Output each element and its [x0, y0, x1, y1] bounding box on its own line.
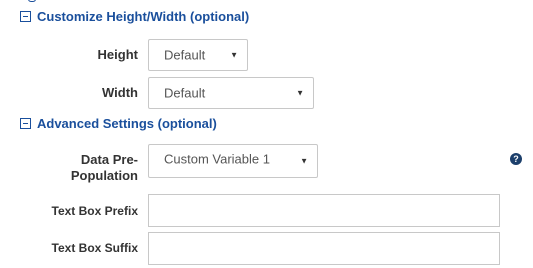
data-prepopulation-select-value: Custom Variable 1 [164, 151, 270, 167]
collapse-icon[interactable] [20, 118, 31, 129]
collapse-icon[interactable] [20, 11, 31, 22]
width-select-value: Default [164, 85, 206, 101]
chevron-down-icon: ▼ [300, 156, 308, 166]
data-prepopulation-select[interactable]: Custom Variable 1 ▼ [148, 144, 318, 178]
data-prepopulation-label-line1: Data Pre- [80, 152, 138, 167]
chevron-down-icon: ▼ [230, 50, 238, 60]
form-panel: Customize Height/Width (optional) Height… [0, 0, 533, 268]
text-box-suffix-label: Text Box Suffix [51, 241, 138, 255]
chevron-down-icon: ▼ [296, 88, 304, 98]
height-select[interactable]: Default ▼ [148, 39, 248, 71]
width-label: Width [102, 85, 138, 100]
height-label: Height [97, 47, 138, 62]
data-prepopulation-label-line2: Population [70, 168, 138, 183]
partial-icon [28, 0, 36, 2]
advanced-settings-section-toggle[interactable]: Advanced Settings (optional) [20, 116, 217, 131]
help-icon[interactable]: ? [510, 153, 522, 165]
customize-size-section-toggle[interactable]: Customize Height/Width (optional) [20, 9, 249, 24]
height-select-value: Default [164, 47, 206, 63]
text-box-suffix-input[interactable] [148, 232, 500, 265]
customize-size-section-title: Customize Height/Width (optional) [37, 9, 250, 24]
advanced-settings-section-title: Advanced Settings (optional) [37, 116, 217, 131]
width-select[interactable]: Default ▼ [148, 77, 314, 109]
text-box-prefix-input[interactable] [148, 194, 500, 227]
text-box-prefix-label: Text Box Prefix [51, 204, 138, 218]
data-prepopulation-label: Data Pre- Population [40, 152, 138, 184]
